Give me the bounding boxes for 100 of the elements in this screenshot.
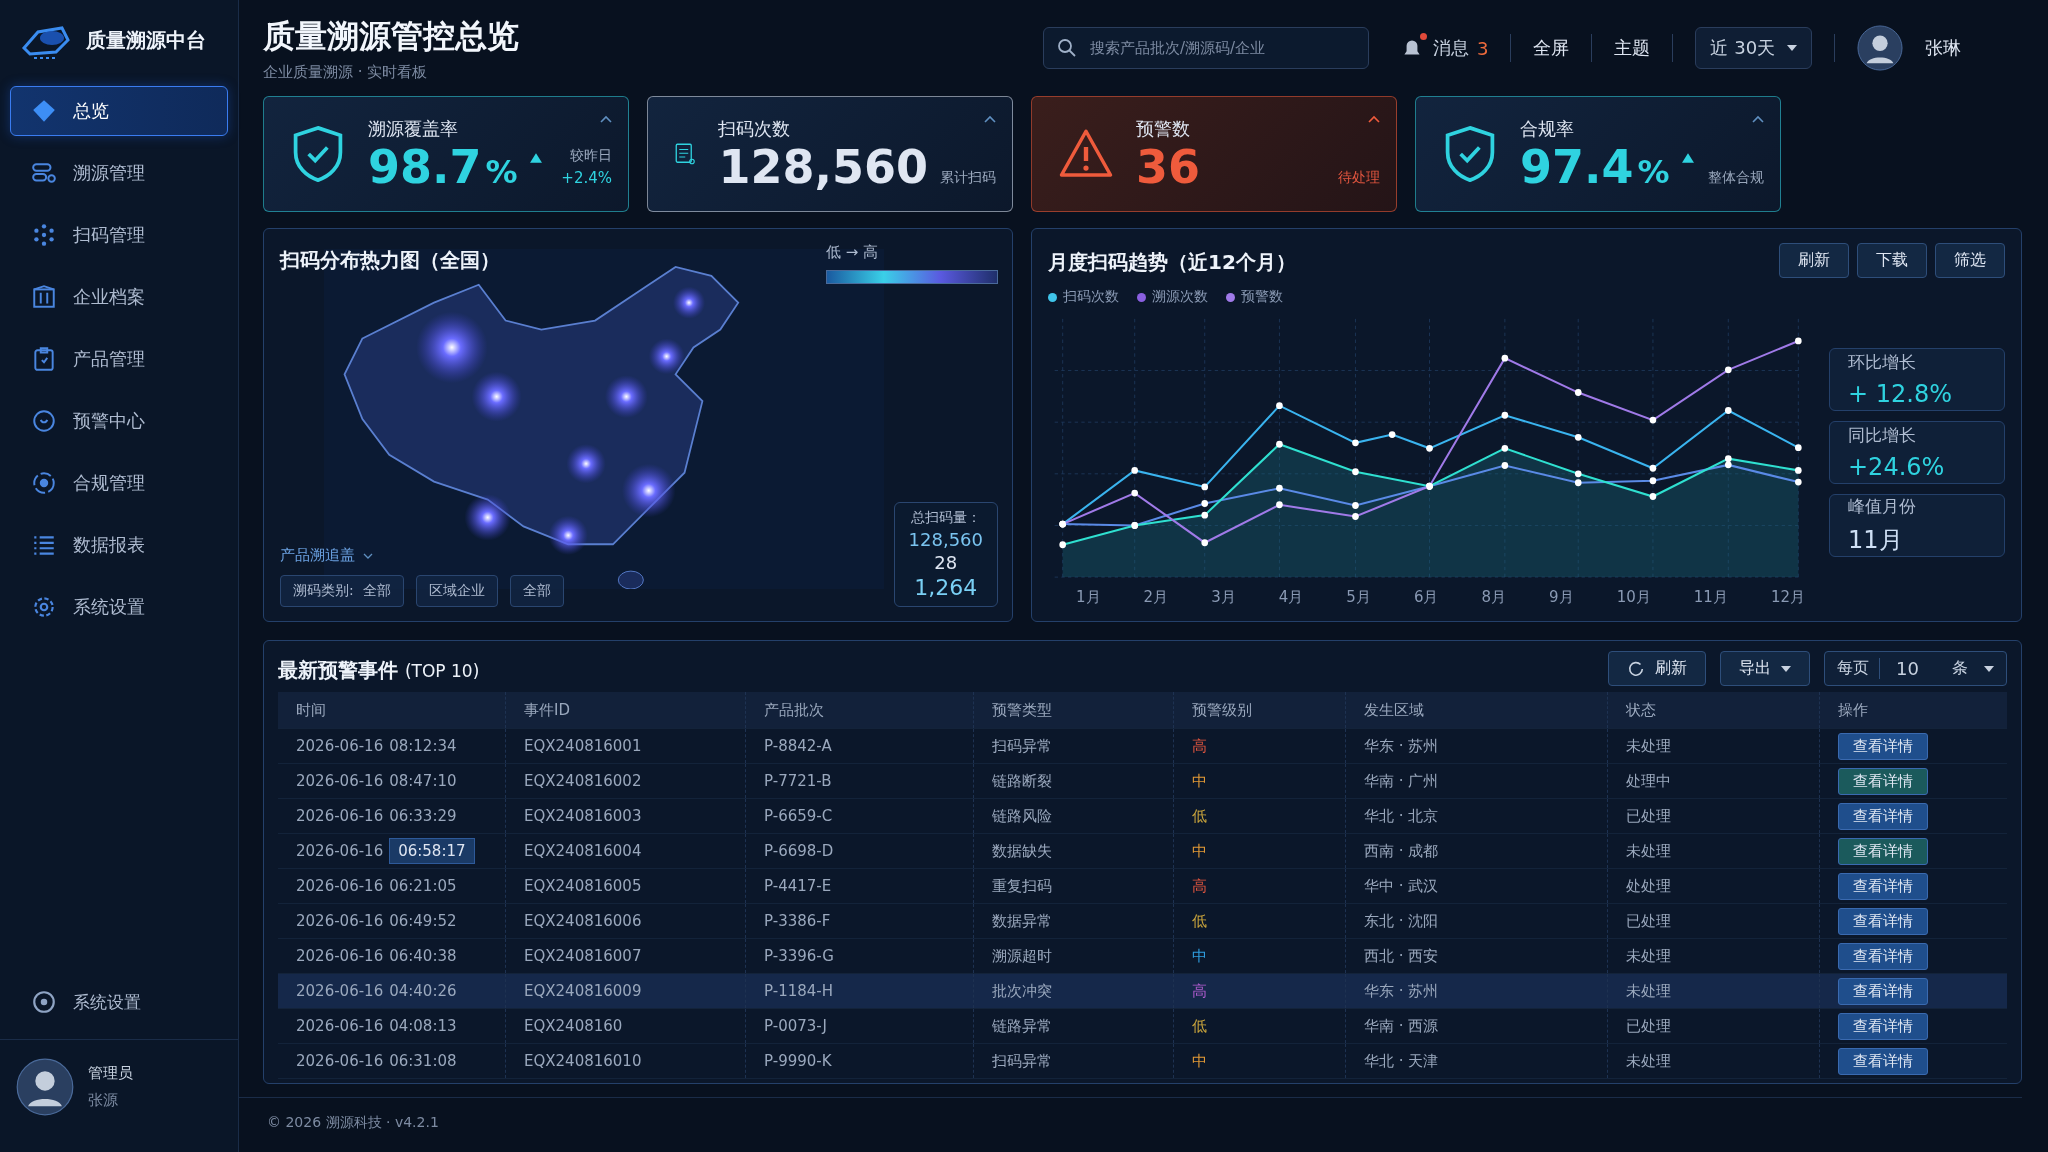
totals-value: 28 [934, 552, 958, 573]
page-size-select[interactable]: 每页 10 条 [1824, 651, 2007, 686]
theme-button[interactable]: 主题 [1614, 36, 1651, 60]
table-row[interactable]: 2026-06-16 04:08:13 EQX2408160 P-0073-J 链路异常 低 华南 · 西源 已处理 查看详情 [278, 1009, 2007, 1044]
time-text: 06:31:08 [389, 1052, 457, 1070]
chevron-icon[interactable] [984, 115, 996, 123]
details-button[interactable]: 查看详情 [1838, 872, 1928, 900]
sidebar-item[interactable]: 系统设置 [10, 977, 228, 1027]
table-cell: 处处理 [1608, 869, 1820, 903]
details-button[interactable]: 查看详情 [1838, 767, 1928, 795]
filter-dropdown[interactable]: 产品溯追盖 [280, 546, 564, 565]
axis-label: 6月 [1413, 588, 1439, 607]
date-text: 2026-06-16 [296, 737, 384, 755]
kpi-title: 预警数 [1136, 116, 1190, 141]
table-cell: 数据异常 [974, 904, 1174, 938]
data-point [1352, 468, 1359, 476]
export-dropdown[interactable]: 导出 [1720, 651, 1810, 686]
table-cell: EQX240816010 [506, 1044, 746, 1078]
selected-table-row[interactable]: 2026-06-16 04:40:26 EQX240816009 P-1184-H 批次冲突 高 华东 · 苏州 未处理 查看详情 [278, 974, 2007, 1009]
axis-label: 5月 [1346, 588, 1371, 607]
level-text: 低 [1192, 911, 1207, 931]
details-button[interactable]: 查看详情 [1838, 732, 1928, 760]
level-text: 中 [1192, 771, 1207, 791]
messages-button[interactable]: 消息 3 [1399, 35, 1489, 61]
sidebar-item[interactable]: 溯源管理 [10, 148, 228, 198]
table-cell: 数据缺失 [974, 834, 1174, 868]
data-point [1276, 484, 1283, 492]
level-text: 高 [1192, 736, 1207, 756]
details-button[interactable]: 查看详情 [1838, 1047, 1928, 1075]
fullscreen-button[interactable]: 全屏 [1533, 36, 1570, 60]
kpi-note: 待处理 [1338, 169, 1380, 188]
chevron-icon[interactable] [1752, 115, 1764, 123]
table-cell: P-1184-H [746, 974, 974, 1008]
sidebar-item[interactable]: 合规管理 [10, 458, 228, 508]
sidebar-item[interactable]: 产品管理 [10, 334, 228, 384]
details-button[interactable]: 查看详情 [1838, 977, 1928, 1005]
table-cell: 扫码异常 [974, 729, 1174, 763]
level-text: 中 [1192, 841, 1207, 861]
date-text: 2026-06-16 [296, 772, 384, 790]
details-button[interactable]: 查看详情 [1838, 942, 1928, 970]
panel-button[interactable]: 筛选 [1935, 243, 2005, 278]
nav-icon [31, 222, 57, 248]
data-point [1795, 466, 1802, 474]
filter-chip[interactable]: 溯码类别: 全部 [280, 575, 404, 607]
search-field[interactable]: 搜索产品批次/溯源码/企业 [1043, 27, 1369, 69]
avatar-icon [16, 1058, 74, 1116]
table-cell: EQX240816003 [506, 799, 746, 833]
filter-chip[interactable]: 全部 [509, 575, 564, 607]
page-title: 质量溯源管控总览 [263, 15, 520, 57]
stat-label: 同比增长 [1848, 424, 1917, 447]
data-point [1724, 407, 1732, 414]
table-row[interactable]: 2026-06-16 06:58:17 EQX240816004 P-6698-D 数据缺失 中 西南 · 成都 未处理 查看详情 [278, 834, 2007, 869]
details-button[interactable]: 查看详情 [1838, 1012, 1928, 1040]
details-button[interactable]: 查看详情 [1838, 837, 1928, 865]
data-point [1649, 477, 1657, 485]
table-cell: 东北 · 沈阳 [1346, 904, 1608, 938]
table-cell: 华北 · 北京 [1346, 799, 1608, 833]
axis-label: 2月 [1143, 588, 1169, 607]
table-row[interactable]: 2026-06-16 06:33:29 EQX240816003 P-6659-C 链路风险 低 华北 · 北京 已处理 查看详情 [278, 799, 2007, 834]
legend-label: 扫码次数 [1063, 288, 1119, 306]
table-row[interactable]: 2026-06-16 06:49:52 EQX240816006 P-3386-F 数据异常 低 东北 · 沈阳 已处理 查看详情 [278, 904, 2007, 939]
sidebar-item[interactable]: 总览 [10, 86, 228, 136]
level-text: 中 [1192, 1051, 1207, 1071]
column-header: 预警级别 [1174, 692, 1346, 728]
table-cell: EQX240816004 [506, 834, 746, 868]
table-row[interactable]: 2026-06-16 06:21:05 EQX240816005 P-4417-E 重复扫码 高 华中 · 武汉 处处理 查看详情 [278, 869, 2007, 904]
details-button[interactable]: 查看详情 [1838, 802, 1928, 830]
table-cell: P-6659-C [746, 799, 974, 833]
sidebar-item[interactable]: 预警中心 [10, 396, 228, 446]
table-cell: EQX240816005 [506, 869, 746, 903]
table-cell: P-3396-G [746, 939, 974, 973]
date-text: 2026-06-16 [296, 1017, 384, 1035]
panel-button[interactable]: 刷新 [1779, 243, 1849, 278]
stat-value: +24.6% [1848, 453, 1946, 481]
panel-title: 最新预警事件 (TOP 10) [278, 657, 480, 684]
time-text: 06:49:52 [389, 912, 457, 930]
details-button[interactable]: 查看详情 [1838, 907, 1928, 935]
filter-chip[interactable]: 区域企业 [415, 575, 498, 607]
table-cell: 链路风险 [974, 799, 1174, 833]
chevron-icon[interactable] [600, 115, 612, 123]
table-row[interactable]: 2026-06-16 06:31:08 EQX240816010 P-9990-K 扫码异常 中 华北 · 天津 未处理 查看详情 [278, 1044, 2007, 1079]
table-cell: EQX240816006 [506, 904, 746, 938]
table-cell: 未处理 [1608, 939, 1820, 973]
column-header: 预警类型 [974, 692, 1174, 728]
refresh-button[interactable]: 刷新 [1608, 651, 1706, 686]
avatar-icon[interactable] [1857, 25, 1904, 71]
table-cell: P-9990-K [746, 1044, 974, 1078]
panel-button[interactable]: 下载 [1857, 243, 1927, 278]
table-row[interactable]: 2026-06-16 08:47:10 EQX240816002 P-7721-B 链路断裂 中 华南 · 广州 处理中 查看详情 [278, 764, 2007, 799]
data-point [1201, 500, 1209, 507]
column-header: 事件ID [506, 692, 746, 728]
data-point [1276, 402, 1283, 410]
axis-label: 1月 [1076, 588, 1101, 607]
sidebar-item[interactable]: 系统设置 [10, 582, 228, 632]
chevron-icon[interactable] [1368, 115, 1380, 123]
table-row[interactable]: 2026-06-16 08:12:34 EQX240816001 P-8842-A 扫码异常 高 华东 · 苏州 未处理 查看详情 [278, 729, 2007, 764]
range-dropdown[interactable]: 近 30天 [1695, 27, 1813, 69]
sidebar-item[interactable]: 扫码管理 [10, 210, 228, 260]
sidebar-item[interactable]: 数据报表 [10, 520, 228, 570]
sidebar-item[interactable]: 企业档案 [10, 272, 228, 322]
